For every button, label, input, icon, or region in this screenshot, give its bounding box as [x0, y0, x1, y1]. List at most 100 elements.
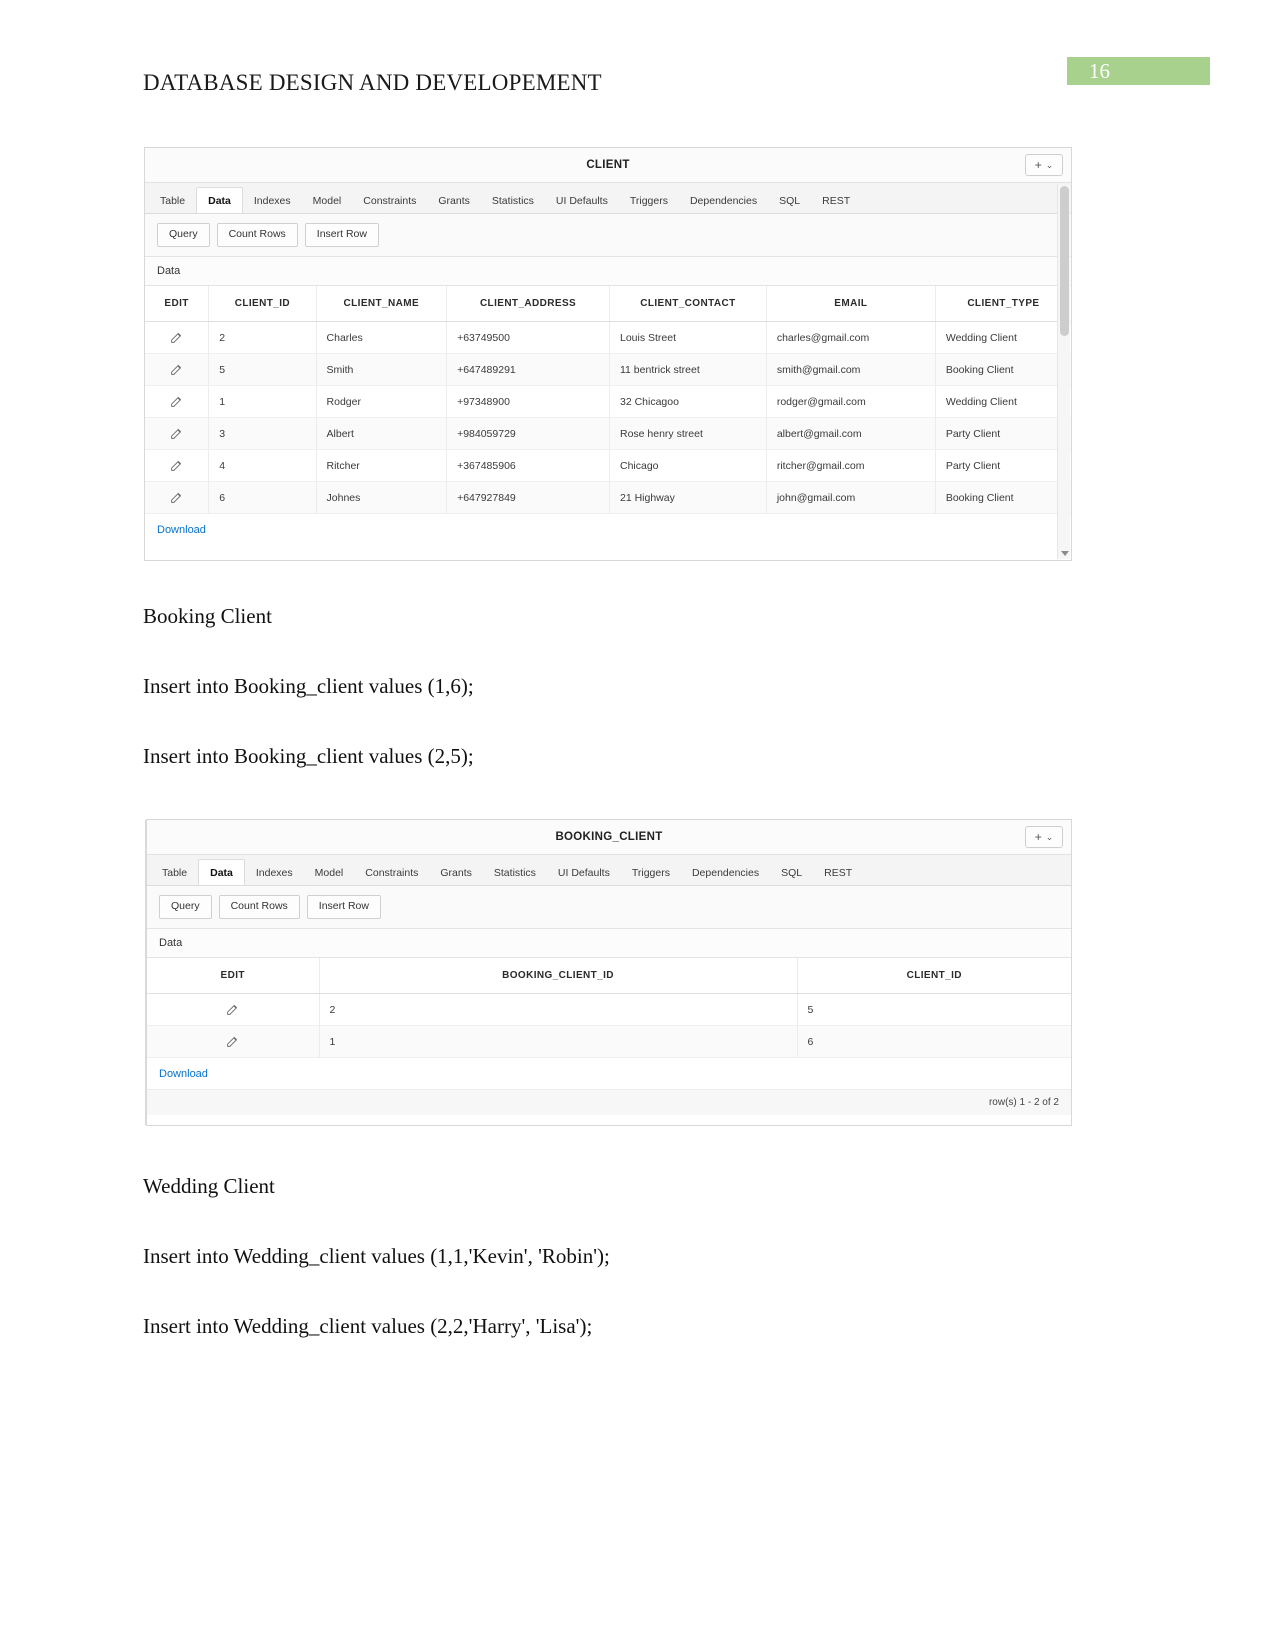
tab-grants[interactable]: Grants — [429, 862, 483, 886]
edit-pencil-icon[interactable] — [226, 1035, 239, 1048]
client-table-widget: CLIENT + ⌄ Table Data Indexes Model Cons… — [144, 147, 1072, 561]
tab-triggers[interactable]: Triggers — [621, 862, 681, 886]
column-header-client-address: CLIENT_ADDRESS — [446, 286, 610, 322]
column-header-client-id: CLIENT_ID — [797, 958, 1071, 994]
edit-pencil-icon[interactable] — [170, 427, 183, 440]
client-widget-titlebar: CLIENT + ⌄ — [145, 148, 1071, 183]
tab-table[interactable]: Table — [151, 862, 198, 886]
cell-email: ritcher@gmail.com — [766, 449, 936, 482]
tab-dependencies[interactable]: Dependencies — [681, 862, 770, 886]
cell-client-contact: 21 Highway — [609, 481, 767, 514]
tab-ui-defaults[interactable]: UI Defaults — [547, 862, 621, 886]
edit-cell[interactable] — [145, 353, 210, 386]
edit-pencil-icon[interactable] — [170, 331, 183, 344]
client-widget-title: CLIENT — [586, 159, 630, 171]
cell-client-contact: 11 bentrick street — [609, 353, 767, 386]
edit-pencil-icon[interactable] — [170, 491, 183, 504]
edit-pencil-icon[interactable] — [170, 395, 183, 408]
scrollbar-thumb[interactable] — [1060, 186, 1069, 336]
tab-statistics[interactable]: Statistics — [481, 190, 545, 214]
tab-constraints[interactable]: Constraints — [352, 190, 427, 214]
count-rows-button[interactable]: Count Rows — [216, 223, 298, 247]
tab-triggers[interactable]: Triggers — [619, 190, 679, 214]
edit-cell[interactable] — [145, 449, 210, 482]
plus-icon: + — [1034, 830, 1042, 844]
cell-client-name: Ritcher — [316, 449, 448, 482]
download-link[interactable]: Download — [157, 524, 206, 536]
cell-booking-client-id: 1 — [319, 1025, 798, 1058]
cell-client-name: Rodger — [316, 385, 448, 418]
tab-dependencies[interactable]: Dependencies — [679, 190, 768, 214]
cell-email: rodger@gmail.com — [766, 385, 936, 418]
tab-table[interactable]: Table — [149, 190, 196, 214]
cell-client-id: 6 — [208, 481, 317, 514]
cell-client-id: 4 — [208, 449, 317, 482]
tab-rest[interactable]: REST — [811, 190, 861, 214]
tab-ui-defaults[interactable]: UI Defaults — [545, 190, 619, 214]
column-header-edit: EDIT — [147, 958, 320, 994]
edit-pencil-icon[interactable] — [170, 459, 183, 472]
cell-client-contact: 32 Chicagoo — [609, 385, 767, 418]
cell-client-type: Wedding Client — [935, 385, 1071, 418]
booking-client-table-widget: BOOKING_CLIENT + ⌄ Table Data Indexes Mo… — [145, 819, 1072, 1126]
column-header-edit: EDIT — [145, 286, 210, 322]
client-data-region-label: Data — [145, 257, 1071, 286]
column-header-client-contact: CLIENT_CONTACT — [609, 286, 767, 322]
insert-row-button[interactable]: Insert Row — [306, 895, 381, 919]
download-link[interactable]: Download — [159, 1068, 208, 1080]
page-header: DATABASE DESIGN AND DEVELOPEMENT 16 — [0, 0, 1275, 95]
edit-cell[interactable] — [147, 993, 320, 1026]
wedding-insert-line-1: Insert into Wedding_client values (1,1,'… — [143, 1244, 610, 1268]
tab-sql[interactable]: SQL — [770, 862, 813, 886]
cell-client-address: +647489291 — [446, 353, 610, 386]
table-row: 1 Rodger +97348900 32 Chicagoo rodger@gmail.… — [145, 385, 1071, 418]
edit-pencil-icon[interactable] — [226, 1003, 239, 1016]
edit-cell[interactable] — [145, 417, 210, 450]
edit-cell[interactable] — [145, 481, 210, 514]
chevron-down-icon: ⌄ — [1045, 159, 1054, 170]
cell-email: smith@gmail.com — [766, 353, 936, 386]
wedding-insert-line-2: Insert into Wedding_client values (2,2,'… — [143, 1314, 593, 1338]
tab-grants[interactable]: Grants — [427, 190, 481, 214]
edit-cell[interactable] — [145, 321, 210, 354]
tab-indexes[interactable]: Indexes — [243, 190, 302, 214]
tab-rest[interactable]: REST — [813, 862, 863, 886]
table-row: 4 Ritcher +367485906 Chicago ritcher@gmail.c… — [145, 449, 1071, 482]
table-row: 16 — [147, 1025, 1071, 1058]
insert-row-button[interactable]: Insert Row — [304, 223, 379, 247]
booking-widget-title: BOOKING_CLIENT — [555, 831, 663, 843]
add-actions-button-booking[interactable]: + ⌄ — [1025, 826, 1063, 848]
tab-indexes[interactable]: Indexes — [245, 862, 304, 886]
tab-model[interactable]: Model — [302, 190, 353, 214]
page-number-badge: 16 — [1067, 57, 1210, 85]
tab-statistics[interactable]: Statistics — [483, 862, 547, 886]
query-button[interactable]: Query — [157, 223, 210, 247]
add-actions-button[interactable]: + ⌄ — [1025, 154, 1063, 176]
tab-constraints[interactable]: Constraints — [354, 862, 429, 886]
tab-data[interactable]: Data — [198, 858, 245, 885]
count-rows-button[interactable]: Count Rows — [218, 895, 300, 919]
table-row: 3 Albert +984059729 Rose henry street albert… — [145, 417, 1071, 450]
booking-insert-line-1: Insert into Booking_client values (1,6); — [143, 674, 474, 698]
cell-client-id: 5 — [208, 353, 317, 386]
column-header-email: EMAIL — [766, 286, 936, 322]
cell-email: john@gmail.com — [766, 481, 936, 514]
tab-model[interactable]: Model — [304, 862, 355, 886]
edit-cell[interactable] — [147, 1025, 320, 1058]
cell-client-type: Party Client — [935, 417, 1071, 450]
booking-widget-titlebar: BOOKING_CLIENT + ⌄ — [147, 820, 1071, 855]
cell-client-id: 3 — [208, 417, 317, 450]
tab-data[interactable]: Data — [196, 186, 243, 213]
cell-client-contact: Chicago — [609, 449, 767, 482]
tab-sql[interactable]: SQL — [768, 190, 811, 214]
document-header-title: DATABASE DESIGN AND DEVELOPEMENT — [143, 70, 602, 95]
cell-email: charles@gmail.com — [766, 321, 936, 354]
edit-pencil-icon[interactable] — [170, 363, 183, 376]
scroll-down-icon[interactable] — [1061, 551, 1069, 556]
booking-button-bar: Query Count Rows Insert Row — [147, 886, 1071, 929]
client-vertical-scrollbar[interactable] — [1057, 184, 1070, 559]
edit-cell[interactable] — [145, 385, 210, 418]
query-button[interactable]: Query — [159, 895, 212, 919]
client-tabbar: Table Data Indexes Model Constraints Gra… — [145, 183, 1071, 214]
cell-email: albert@gmail.com — [766, 417, 936, 450]
